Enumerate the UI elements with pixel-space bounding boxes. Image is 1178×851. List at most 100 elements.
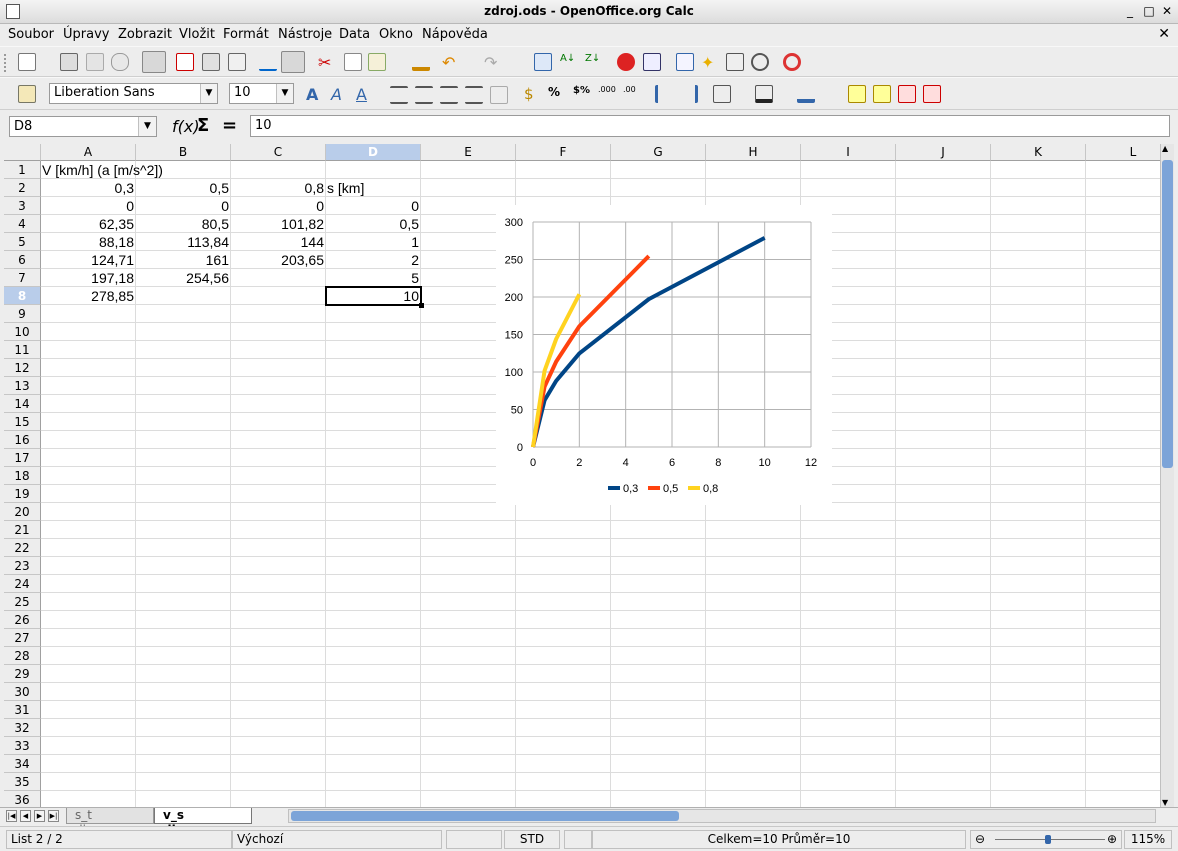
select-all-corner[interactable] <box>4 144 41 161</box>
vertical-scroll-thumb[interactable] <box>1162 160 1173 468</box>
open-icon[interactable] <box>60 53 78 71</box>
column-header-h[interactable]: H <box>706 144 801 161</box>
delete-columns-icon[interactable] <box>923 85 941 103</box>
cell-d7[interactable]: 5 <box>326 269 420 287</box>
row-header-26[interactable]: 26 <box>4 611 41 629</box>
horizontal-scroll-thumb[interactable] <box>291 811 679 821</box>
first-sheet-icon[interactable]: |◀ <box>6 810 17 822</box>
styles-icon[interactable] <box>18 85 36 103</box>
row-header-36[interactable]: 36 <box>4 791 41 807</box>
email-icon[interactable] <box>111 53 129 71</box>
page-style[interactable]: Výchozí <box>232 830 442 849</box>
gallery-icon[interactable] <box>726 53 744 71</box>
underline-icon[interactable]: A <box>356 85 374 104</box>
row-header-20[interactable]: 20 <box>4 503 41 521</box>
row-header-28[interactable]: 28 <box>4 647 41 665</box>
row-header-17[interactable]: 17 <box>4 449 41 467</box>
row-header-33[interactable]: 33 <box>4 737 41 755</box>
spellcheck-icon[interactable] <box>259 53 277 71</box>
row-header-16[interactable]: 16 <box>4 431 41 449</box>
minimize-icon[interactable]: _ <box>1122 3 1138 19</box>
zoom-in-icon[interactable]: ⊕ <box>1107 831 1117 848</box>
cell-d3[interactable]: 0 <box>326 197 420 215</box>
cell-c2[interactable]: 0,8 <box>231 179 325 197</box>
line-style-icon[interactable] <box>755 85 773 103</box>
column-header-f[interactable]: F <box>516 144 611 161</box>
row-header-34[interactable]: 34 <box>4 755 41 773</box>
add-decimal-icon[interactable]: .000 <box>598 85 616 103</box>
row-header-19[interactable]: 19 <box>4 485 41 503</box>
sort-ascending-icon[interactable]: A↓ <box>560 53 578 71</box>
help-icon[interactable] <box>783 53 801 71</box>
sheet-tab-2[interactable]: v_s diagram <box>154 808 252 837</box>
column-header-l[interactable]: L <box>1086 144 1160 161</box>
close-icon[interactable]: ✕ <box>1159 3 1175 19</box>
row-header-31[interactable]: 31 <box>4 701 41 719</box>
export-pdf-icon[interactable] <box>176 53 194 71</box>
justify-icon[interactable] <box>465 86 483 104</box>
column-header-c[interactable]: C <box>231 144 326 161</box>
cut-icon[interactable]: ✂ <box>318 53 336 72</box>
function-wizard-icon[interactable]: f(x) <box>172 117 200 136</box>
formula-input[interactable]: 10 <box>250 115 1170 137</box>
prev-sheet-icon[interactable]: ◀ <box>20 810 31 822</box>
cell-b2[interactable]: 0,5 <box>136 179 230 197</box>
menu-vlozit[interactable]: Vložit <box>179 27 215 42</box>
currency-format-icon[interactable]: $ <box>524 85 542 103</box>
cell-d5[interactable]: 1 <box>326 233 420 251</box>
insert-rows-icon[interactable] <box>848 85 866 103</box>
new-document-icon[interactable] <box>18 53 36 71</box>
column-header-a[interactable]: A <box>41 144 136 161</box>
column-header-b[interactable]: B <box>136 144 231 161</box>
chevron-down-icon[interactable]: ▼ <box>276 84 293 103</box>
print-icon[interactable] <box>202 53 220 71</box>
cell-b3[interactable]: 0 <box>136 197 230 215</box>
font-size-select[interactable]: 10 ▼ <box>229 83 294 104</box>
row-header-30[interactable]: 30 <box>4 683 41 701</box>
fill-handle[interactable] <box>419 303 424 308</box>
maximize-icon[interactable]: □ <box>1141 3 1157 19</box>
chart-icon[interactable] <box>617 53 635 71</box>
menu-format[interactable]: Formát <box>223 27 269 42</box>
row-header-2[interactable]: 2 <box>4 179 41 197</box>
row-header-18[interactable]: 18 <box>4 467 41 485</box>
decrease-indent-icon[interactable] <box>655 85 673 103</box>
zoom-icon[interactable] <box>751 53 769 71</box>
row-header-27[interactable]: 27 <box>4 629 41 647</box>
scroll-up-icon[interactable]: ▲ <box>1162 144 1168 153</box>
cell-a8[interactable]: 278,85 <box>41 287 135 305</box>
menu-napoveda[interactable]: Nápověda <box>422 27 488 42</box>
vertical-scrollbar[interactable]: ▲ ▼ <box>1160 144 1174 807</box>
row-header-6[interactable]: 6 <box>4 251 41 269</box>
close-document-icon[interactable]: ✕ <box>1158 26 1170 42</box>
cell-a5[interactable]: 88,18 <box>41 233 135 251</box>
cell-d2[interactable]: s [km] <box>326 179 365 197</box>
standard-format-icon[interactable]: $% <box>573 85 591 103</box>
redo-icon[interactable]: ↷ <box>484 53 502 72</box>
row-header-14[interactable]: 14 <box>4 395 41 413</box>
cell-b7[interactable]: 254,56 <box>136 269 230 287</box>
cell-a6[interactable]: 124,71 <box>41 251 135 269</box>
function-icon[interactable]: = <box>222 115 237 136</box>
percent-format-icon[interactable]: % <box>548 85 566 103</box>
cell-c6[interactable]: 203,65 <box>231 251 325 269</box>
row-header-21[interactable]: 21 <box>4 521 41 539</box>
zoom-out-icon[interactable]: ⊖ <box>975 831 985 848</box>
background-color-icon[interactable] <box>797 85 815 103</box>
undo-icon[interactable]: ↶ <box>442 53 460 72</box>
font-name-select[interactable]: Liberation Sans ▼ <box>49 83 218 104</box>
cell-c5[interactable]: 144 <box>231 233 325 251</box>
column-header-d[interactable]: D <box>326 144 421 161</box>
cell-c4[interactable]: 101,82 <box>231 215 325 233</box>
row-header-22[interactable]: 22 <box>4 539 41 557</box>
name-box[interactable]: D8 ▼ <box>9 116 157 137</box>
chevron-down-icon[interactable]: ▼ <box>138 117 156 136</box>
menu-data[interactable]: Data <box>339 27 370 42</box>
bold-icon[interactable]: A <box>306 85 324 104</box>
find-replace-icon[interactable] <box>676 53 694 71</box>
cell-a1[interactable]: V [km/h] (a [m/s^2]) <box>41 161 164 179</box>
row-header-13[interactable]: 13 <box>4 377 41 395</box>
hyperlink-icon[interactable] <box>534 53 552 71</box>
cell-b5[interactable]: 113,84 <box>136 233 230 251</box>
borders-icon[interactable] <box>713 85 731 103</box>
